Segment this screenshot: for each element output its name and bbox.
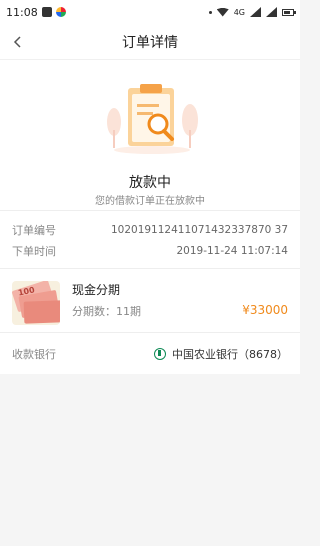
- bank-label: 收款银行: [12, 347, 56, 361]
- bank-value: 中国农业银行（8678）: [154, 346, 288, 362]
- bank-name: 中国农业银行（8678）: [172, 347, 288, 361]
- page-title: 订单详情: [122, 34, 178, 51]
- product-periods: 分期数：11期: [72, 305, 141, 318]
- notification-dot-icon: [208, 10, 212, 14]
- status-subtitle: 您的借款订单正在放款中: [95, 196, 205, 207]
- status-title: 放款中: [129, 175, 171, 191]
- order-number-value: 102019112411071432337870 37: [110, 223, 288, 236]
- order-time-value: 2019-11-24 11:07:14: [176, 244, 288, 257]
- product-amount: ¥33000: [242, 303, 288, 317]
- back-button[interactable]: [6, 30, 30, 54]
- status-time: 11:08: [6, 5, 38, 19]
- bank-row: 收款银行 中国农业银行（8678）: [0, 332, 300, 374]
- order-time-row: 下单时间 2019-11-24 11:07:14: [12, 240, 288, 261]
- chevron-left-icon: [13, 36, 21, 48]
- network-type: 4G: [233, 7, 245, 17]
- order-number-row: 订单编号 102019112411071432337870 37: [12, 219, 288, 240]
- status-bar: 11:08 4G: [0, 0, 300, 24]
- battery-icon: [282, 8, 296, 16]
- product-card: 100 现金分期 分期数：11期 ¥33000: [0, 268, 300, 332]
- order-info: 订单编号 102019112411071432337870 37 下单时间 20…: [0, 210, 300, 268]
- nav-bar: 订单详情: [0, 24, 300, 60]
- wifi-icon: [216, 7, 229, 17]
- signal-icon: [250, 7, 261, 17]
- clipboard-search-icon: [107, 84, 198, 154]
- cash-bills-icon: 100: [12, 281, 60, 325]
- signal-icon-2: [266, 7, 277, 17]
- product-name: 现金分期: [72, 283, 121, 297]
- status-section: 放款中 您的借款订单正在放款中: [0, 60, 300, 210]
- message-icon: [41, 7, 52, 17]
- order-time-label: 下单时间: [12, 244, 56, 258]
- abc-bank-logo-icon: [154, 347, 166, 360]
- order-number-label: 订单编号: [12, 223, 56, 237]
- app-icon: [55, 7, 66, 17]
